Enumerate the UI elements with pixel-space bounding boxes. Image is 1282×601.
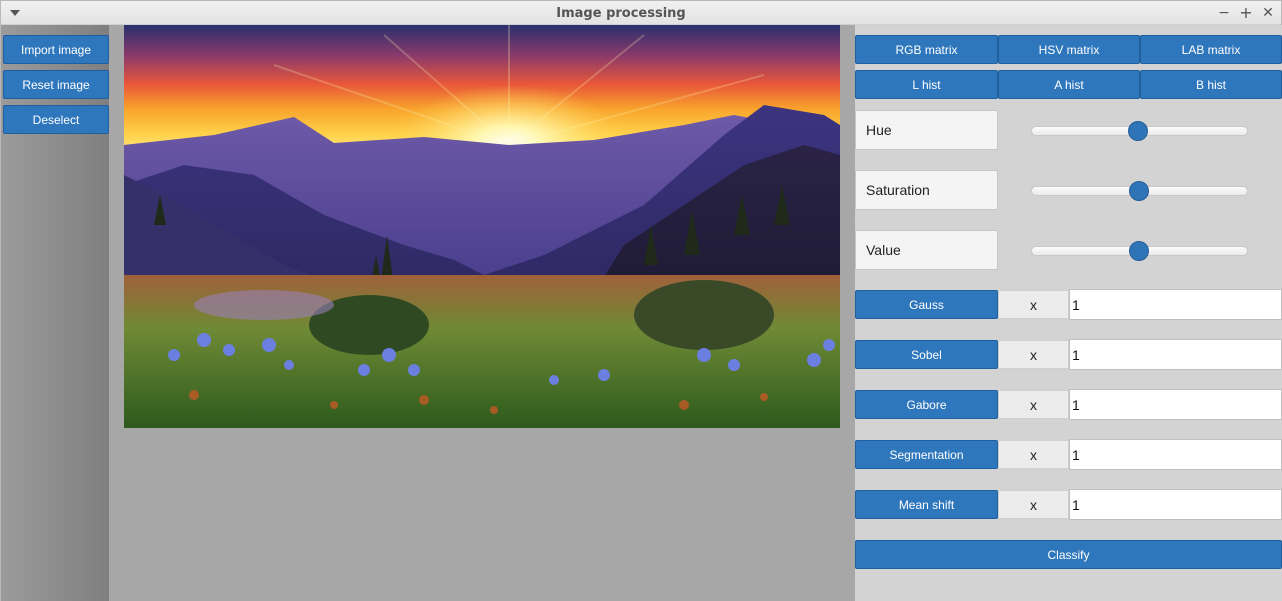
- gauss-x-label: x: [998, 290, 1069, 319]
- reset-image-button[interactable]: Reset image: [3, 70, 109, 99]
- lab-matrix-button[interactable]: LAB matrix: [1140, 35, 1282, 64]
- mean-shift-button[interactable]: Mean shift: [855, 490, 998, 519]
- gabore-button[interactable]: Gabore: [855, 390, 998, 419]
- saturation-label: Saturation: [855, 170, 998, 210]
- a-hist-button[interactable]: A hist: [998, 70, 1140, 99]
- sobel-button[interactable]: Sobel: [855, 340, 998, 369]
- mean-shift-x-label: x: [998, 490, 1069, 519]
- segmentation-x-label: x: [998, 440, 1069, 469]
- deselect-button[interactable]: Deselect: [3, 105, 109, 134]
- hue-slider[interactable]: [1031, 121, 1248, 141]
- l-hist-button[interactable]: L hist: [855, 70, 998, 99]
- landscape-image: [124, 25, 840, 428]
- image-preview[interactable]: [124, 25, 840, 428]
- classify-button[interactable]: Classify: [855, 540, 1282, 569]
- hsv-matrix-button[interactable]: HSV matrix: [998, 35, 1140, 64]
- segmentation-button[interactable]: Segmentation: [855, 440, 998, 469]
- import-image-button[interactable]: Import image: [3, 35, 109, 64]
- close-icon[interactable]: ✕: [1259, 4, 1277, 22]
- slider-thumb[interactable]: [1128, 121, 1148, 141]
- b-hist-button[interactable]: B hist: [1140, 70, 1282, 99]
- left-sidebar: Import image Reset image Deselect: [1, 25, 109, 601]
- gauss-button[interactable]: Gauss: [855, 290, 998, 319]
- minimize-icon[interactable]: −: [1215, 4, 1233, 22]
- slider-thumb[interactable]: [1129, 181, 1149, 201]
- value-label: Value: [855, 230, 998, 270]
- app-window: Image processing − + ✕ Import image Rese…: [0, 0, 1282, 601]
- gabore-input[interactable]: [1069, 389, 1282, 420]
- window-title: Image processing: [556, 6, 686, 21]
- mean-shift-input[interactable]: [1069, 489, 1282, 520]
- hue-label: Hue: [855, 110, 998, 150]
- saturation-slider[interactable]: [1031, 181, 1248, 201]
- title-bar: Image processing − + ✕: [1, 1, 1281, 25]
- image-canvas-area: [109, 25, 855, 601]
- maximize-icon[interactable]: +: [1237, 4, 1255, 22]
- segmentation-input[interactable]: [1069, 439, 1282, 470]
- gabore-x-label: x: [998, 390, 1069, 419]
- rgb-matrix-button[interactable]: RGB matrix: [855, 35, 998, 64]
- sobel-x-label: x: [998, 340, 1069, 369]
- sobel-input[interactable]: [1069, 339, 1282, 370]
- slider-thumb[interactable]: [1129, 241, 1149, 261]
- right-controls-panel: RGB matrix HSV matrix LAB matrix L hist …: [855, 25, 1282, 601]
- value-slider[interactable]: [1031, 241, 1248, 261]
- gauss-input[interactable]: [1069, 289, 1282, 320]
